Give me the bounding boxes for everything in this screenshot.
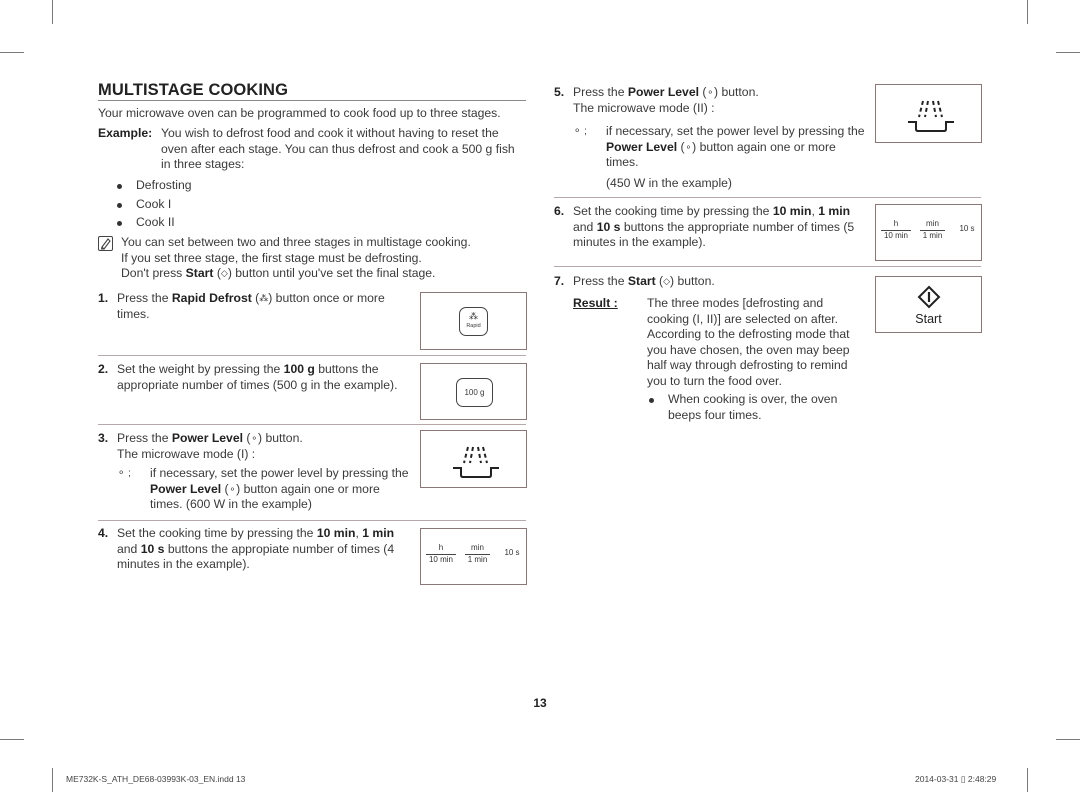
note-line: You can set between two and three stages… (121, 235, 471, 249)
page-number: 13 (533, 696, 547, 710)
list-item: Cook II (115, 215, 192, 234)
one-min-button[interactable]: min 1 min (465, 543, 490, 565)
result-label: Result : (573, 296, 618, 310)
power-level-icon: ⚬ ; (573, 126, 587, 137)
intro-text: Your microwave oven can be programmed to… (98, 106, 501, 120)
list-item: Cook I (115, 197, 192, 216)
start-icon: ◇ (663, 276, 671, 286)
rapid-defrost-button[interactable]: ⁂ Rapid (459, 307, 488, 336)
example-text: You wish to defrost food and cook it wit… (161, 126, 515, 171)
ten-sec-button[interactable]: 10 s (501, 548, 523, 558)
one-min-button[interactable]: min 1 min (920, 219, 945, 241)
crop-mark (52, 0, 53, 24)
rapid-defrost-icon: ⁂ (259, 293, 269, 303)
divider (98, 520, 526, 521)
rapid-label: Rapid (466, 323, 481, 329)
ten-min-button[interactable]: h 10 min (881, 219, 911, 241)
weight-panel: 100 g (420, 363, 527, 420)
start-panel: Start (875, 276, 982, 333)
note-line: If you set three stage, the first stage … (121, 250, 422, 265)
crop-mark (1027, 768, 1028, 792)
stage-list: Defrosting Cook I Cook II (115, 178, 192, 234)
microwave-mode-panel (875, 84, 982, 143)
example-label: Example: (98, 126, 153, 140)
divider (98, 424, 526, 425)
start-label: Start (915, 311, 942, 326)
result-bullet: When cooking is over, the oven beeps fou… (647, 392, 868, 422)
power-level-icon: ⚬ ; (117, 468, 131, 479)
time-buttons-panel: h 10 min min 1 min 10 s (875, 204, 982, 261)
list-item: Defrosting (115, 178, 192, 197)
microwave-icon (453, 446, 499, 478)
crop-mark (0, 52, 24, 53)
start-icon (917, 285, 940, 309)
microwave-mode-panel (420, 430, 527, 488)
divider (554, 266, 981, 267)
start-button[interactable]: Start (906, 285, 951, 327)
power-level-icon: ⚬ (228, 483, 237, 494)
rapid-defrost-icon: ⁂ (469, 311, 478, 321)
footer-datetime: 2014-03-31 ▯ 2:48:29 (915, 774, 997, 784)
microwave-icon (908, 100, 954, 132)
time-buttons-panel: h 10 min min 1 min 10 s (420, 528, 527, 585)
power-level-icon: ⚬ (684, 141, 693, 152)
crop-mark (1056, 52, 1080, 53)
crop-mark (52, 768, 53, 792)
rapid-defrost-panel: ⁂ Rapid (420, 292, 527, 350)
ten-sec-button[interactable]: 10 s (956, 224, 978, 234)
divider (554, 197, 981, 198)
divider (98, 355, 526, 356)
note-pencil-icon (98, 236, 113, 251)
power-level-icon: ⚬ (250, 433, 259, 443)
power-level-icon: ⚬ (706, 87, 715, 97)
start-icon: ◇ (220, 268, 228, 278)
footer-filename: ME732K-S_ATH_DE68-03993K-03_EN.indd 13 (66, 774, 246, 784)
weight-100g-button[interactable]: 100 g (456, 378, 493, 407)
crop-mark (1056, 739, 1080, 740)
note-line: Don't press Start (◇) button until you'v… (121, 266, 436, 280)
page-title: MULTISTAGE COOKING (98, 81, 526, 101)
result-text: The three modes [defrosting and cooking … (647, 296, 850, 388)
crop-mark (0, 739, 24, 740)
ten-min-button[interactable]: h 10 min (426, 543, 456, 565)
crop-mark (1027, 0, 1028, 24)
